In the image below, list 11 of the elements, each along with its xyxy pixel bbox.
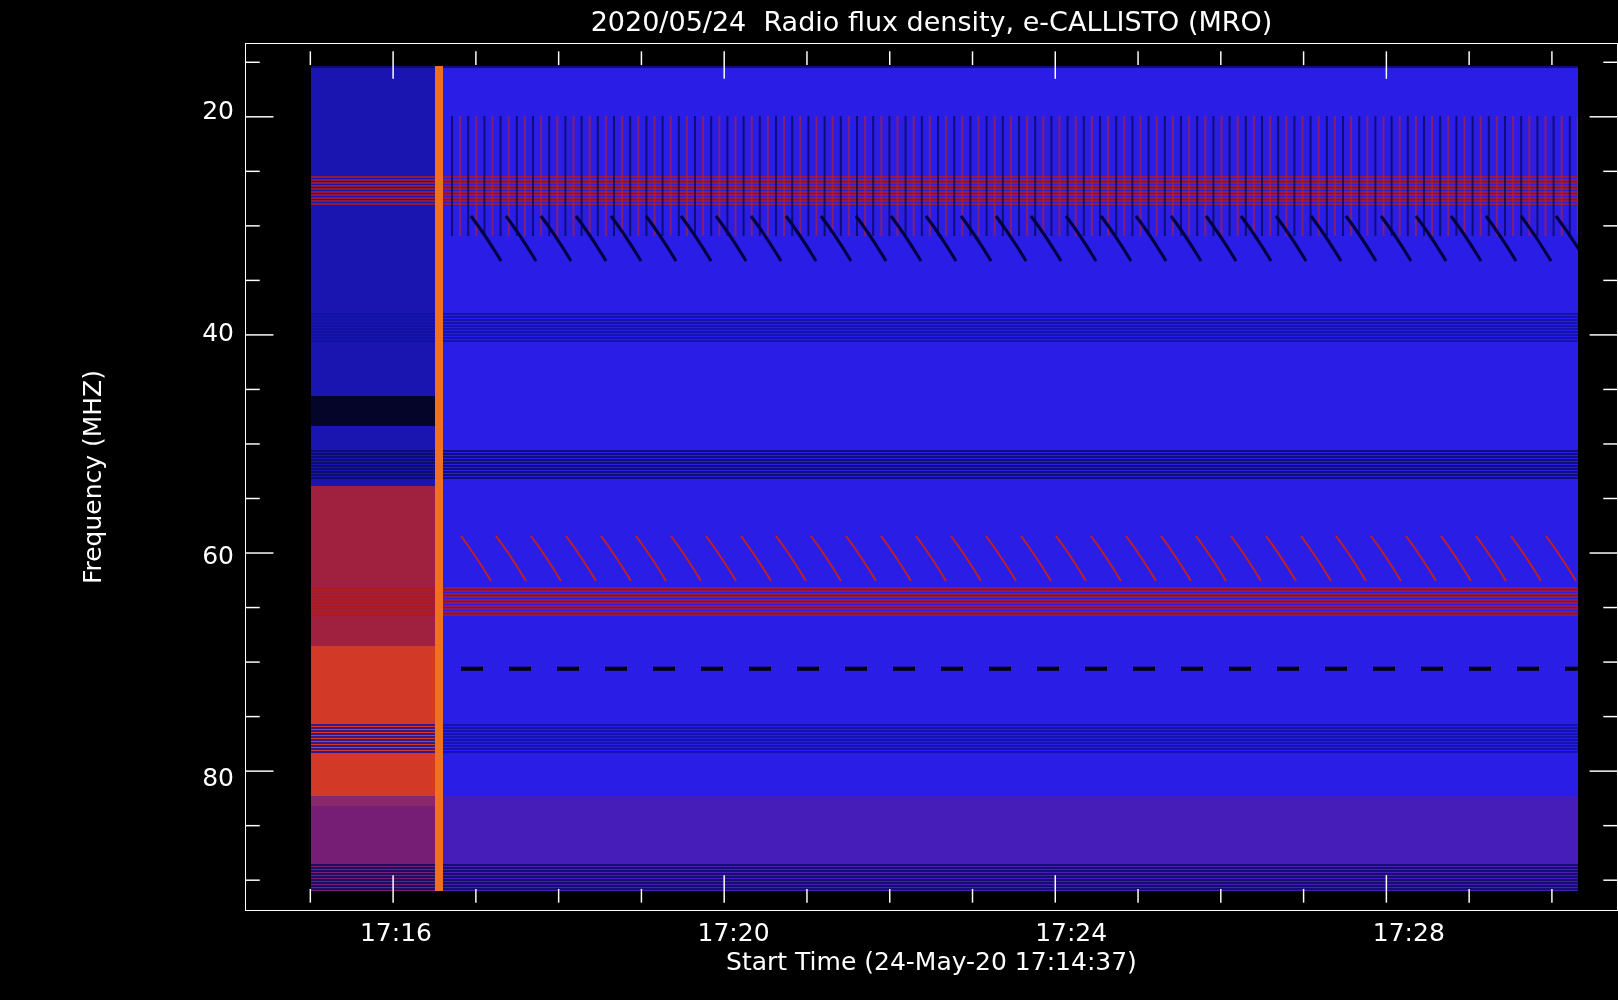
chart-title: 2020/05/24 Radio flux density, e-CALLISTO (MRO) <box>589 5 1274 39</box>
x-tick-label: 17:20 <box>697 918 770 948</box>
x-tick-label: 17:28 <box>1372 918 1445 948</box>
x-tick-label: 17:24 <box>1035 918 1108 948</box>
x-axis-label: Start Time (24-May-20 17:14:37) <box>726 947 1137 977</box>
y-tick-label: 80 <box>202 762 234 793</box>
x-tick-label: 17:16 <box>359 918 432 948</box>
y-tick-label: 40 <box>202 318 234 349</box>
y-axis-label: Frequency (MHZ) <box>78 369 108 585</box>
y-tick-label: 60 <box>202 540 234 571</box>
y-tick-label: 20 <box>202 95 234 126</box>
